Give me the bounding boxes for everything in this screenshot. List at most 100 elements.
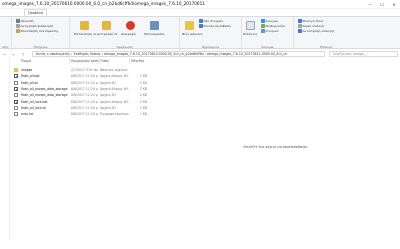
ribbon-group-clipboard: Αποκοπή Αντιγραφή διαδρομής Επικόλληση σ… <box>12 17 70 50</box>
shell-file-icon <box>14 93 18 98</box>
invert-selection-button[interactable]: Αντιστροφή επιλογής <box>298 29 335 33</box>
file-type: Έγγραφο κειμένου <box>100 112 129 117</box>
file-row[interactable]: flash_all_lock.bat 8/6/2017 11:24 μμ Αρχεί… <box>12 99 152 105</box>
file-name: flash_all_except_data_storage.sh <box>21 93 68 98</box>
batch-file-icon <box>14 99 18 104</box>
file-size: 2 KB <box>139 93 147 98</box>
easy-access-button[interactable]: Εύκολη πρόσβαση <box>199 24 231 28</box>
file-date: 8/6/2017 11:24 μμ <box>71 93 98 98</box>
ribbon-group-access: ισης <box>0 17 12 50</box>
group-label-access: ισης <box>2 45 9 49</box>
move-to-label[interactable]: Μετακίνηση σε <box>74 32 97 36</box>
new-item-label: Νέο στοιχείο <box>203 19 223 23</box>
address-bar: ← → ↑ Αυτός ο υπολογιστής › Σταθερός δίσ… <box>0 50 400 58</box>
column-divider[interactable] <box>98 58 99 64</box>
column-type[interactable]: Τύπος <box>100 58 109 64</box>
properties-label[interactable]: Ιδιότητες <box>243 32 257 36</box>
file-name: flash_all.bat <box>21 74 40 79</box>
delete-icon[interactable] <box>126 21 135 30</box>
copy-to-label[interactable]: Αντιγραφή σε <box>97 32 118 36</box>
edit-icon <box>261 24 265 28</box>
paste-shortcut-label: Επικόλληση συντόμευσης <box>20 29 59 33</box>
history-button[interactable]: Ιστορικό <box>261 29 278 33</box>
file-name: flash_all_lock.bat <box>21 99 48 104</box>
text-file-icon <box>14 112 18 117</box>
ribbon-group-open: Ιδιότητες Άνοιγμα Επεξεργασία Ιστορικό Ά… <box>242 17 294 50</box>
up-button[interactable]: ↑ <box>20 50 26 58</box>
preview-pane: Επιλέξτε ένα αρχείο για προεπισκόπηση. <box>152 58 400 241</box>
file-row[interactable]: flash_all.sh 8/6/2017 11:24 μμ Αρχείο SH 2 … <box>12 80 152 86</box>
search-input[interactable]: Αναζήτηση: omega_... <box>329 51 398 57</box>
cut-button[interactable]: Αποκοπή <box>16 19 34 23</box>
file-type: Φάκελος αρχείων <box>100 68 128 72</box>
select-all-button[interactable]: Επιλογή όλων <box>298 19 323 23</box>
new-item-button[interactable]: Νέο στοιχείο <box>199 19 223 23</box>
rename-icon[interactable] <box>150 21 159 30</box>
file-name: flash_all_lock.sh <box>21 105 46 110</box>
open-button[interactable]: Άνοιγμα <box>261 19 278 23</box>
file-row[interactable]: flash_all_except_data_storage.sh 8/6/2017… <box>12 92 152 98</box>
select-none-button[interactable]: Καμία επιλογή <box>298 24 324 28</box>
file-row[interactable]: misc.txt 8/6/2017 11:24 μμ Έγγραφο κειμένο… <box>12 111 152 117</box>
open-icon <box>261 19 265 23</box>
file-date: 8/6/2017 11:24 μμ <box>71 105 98 110</box>
file-size: 2 KB <box>139 74 147 79</box>
back-button[interactable]: ← <box>2 50 8 58</box>
copy-path-button[interactable]: Αντιγραφή διαδρομής <box>16 24 54 28</box>
rename-label[interactable]: Μετονομασία <box>144 32 164 36</box>
new-folder-icon[interactable] <box>185 21 194 30</box>
preview-message: Επιλέξτε ένα αρχείο για προεπισκόπηση. <box>243 145 309 149</box>
file-type: Αρχείο δέσμης Wi... <box>100 86 129 91</box>
column-date[interactable]: Ημερομηνία τροπ... <box>71 58 101 64</box>
new-folder-label[interactable]: Νέος φάκελος <box>182 32 203 36</box>
ribbon: ισης Αποκοπή Αντιγραφή διαδρομής Επικόλλ… <box>0 16 400 50</box>
minimize-button[interactable]: ─ <box>364 0 376 9</box>
navigation-pane[interactable] <box>0 58 10 241</box>
folder-icon <box>14 68 18 72</box>
paste-shortcut-button[interactable]: Επικόλληση συντόμευσης <box>16 29 59 33</box>
history-label: Ιστορικό <box>265 29 279 33</box>
copy-to-icon[interactable] <box>102 21 111 30</box>
shell-file-icon <box>14 105 18 110</box>
file-row[interactable]: flash_all_lock.sh 8/6/2017 11:24 μμ Αρχείο… <box>12 105 152 111</box>
select-all-label: Επιλογή όλων <box>302 19 324 23</box>
breadcrumb[interactable]: Αυτός ο υπολογιστής › Σταθερός δίσκος › … <box>32 51 325 57</box>
file-name: misc.txt <box>21 112 34 117</box>
copy-path-label: Αντιγραφή διαδρομής <box>20 24 54 28</box>
file-date: 2/7/2017 9:51 πμ <box>71 68 98 72</box>
file-row[interactable]: flash_all.bat 8/6/2017 11:24 μμ Αρχείο δέσ… <box>12 73 152 79</box>
group-label-clipboard: Πρόχειρο <box>33 45 48 49</box>
group-label-organize: Οργάνωση <box>116 45 133 49</box>
easy-access-icon <box>199 24 203 28</box>
file-row[interactable]: flash_all_except_data_storage.bat8/6/201… <box>12 86 152 92</box>
edit-button[interactable]: Επεξεργασία <box>261 24 285 28</box>
title-bar: omega_images_7.6.10_20170610.0000.00_6.0… <box>0 0 400 9</box>
file-date: 8/6/2017 11:24 μμ <box>71 74 98 79</box>
maximize-button[interactable]: ☐ <box>376 0 388 9</box>
file-name: images <box>21 68 33 72</box>
move-to-icon[interactable] <box>80 21 89 30</box>
properties-icon[interactable] <box>246 21 255 30</box>
column-divider[interactable] <box>69 58 70 64</box>
close-button[interactable]: ✕ <box>388 0 400 9</box>
window-controls: ─ ☐ ✕ <box>364 0 400 9</box>
paste-icon <box>16 29 20 33</box>
file-date: 8/6/2017 11:24 μμ <box>71 80 98 85</box>
column-divider[interactable] <box>129 58 130 64</box>
forward-button[interactable]: → <box>10 50 16 58</box>
tab-view[interactable]: Προβολή <box>24 9 48 16</box>
group-label-open: Άνοιγμα <box>261 45 274 49</box>
column-size[interactable]: Μέγεθος <box>131 58 144 64</box>
delete-label[interactable]: Διαγραφή <box>121 32 136 36</box>
cut-label: Αποκοπή <box>20 19 34 23</box>
file-size: 1 KB <box>139 112 147 117</box>
ribbon-tabs: Προβολή <box>0 9 400 16</box>
file-type: Αρχείο SH <box>100 93 116 98</box>
file-size: 2 KB <box>139 86 147 91</box>
column-name[interactable]: Όνομα <box>21 58 31 64</box>
file-type: Αρχείο SH <box>100 105 116 110</box>
file-type: Αρχείο δέσμης Wi... <box>100 99 129 104</box>
file-list: Όνομα Ημερομηνία τροπ... Τύπος Μέγεθος i… <box>12 58 152 241</box>
file-row[interactable]: images 2/7/2017 9:51 πμ Φάκελος αρχείων <box>12 67 152 73</box>
invert-selection-icon <box>298 29 302 33</box>
